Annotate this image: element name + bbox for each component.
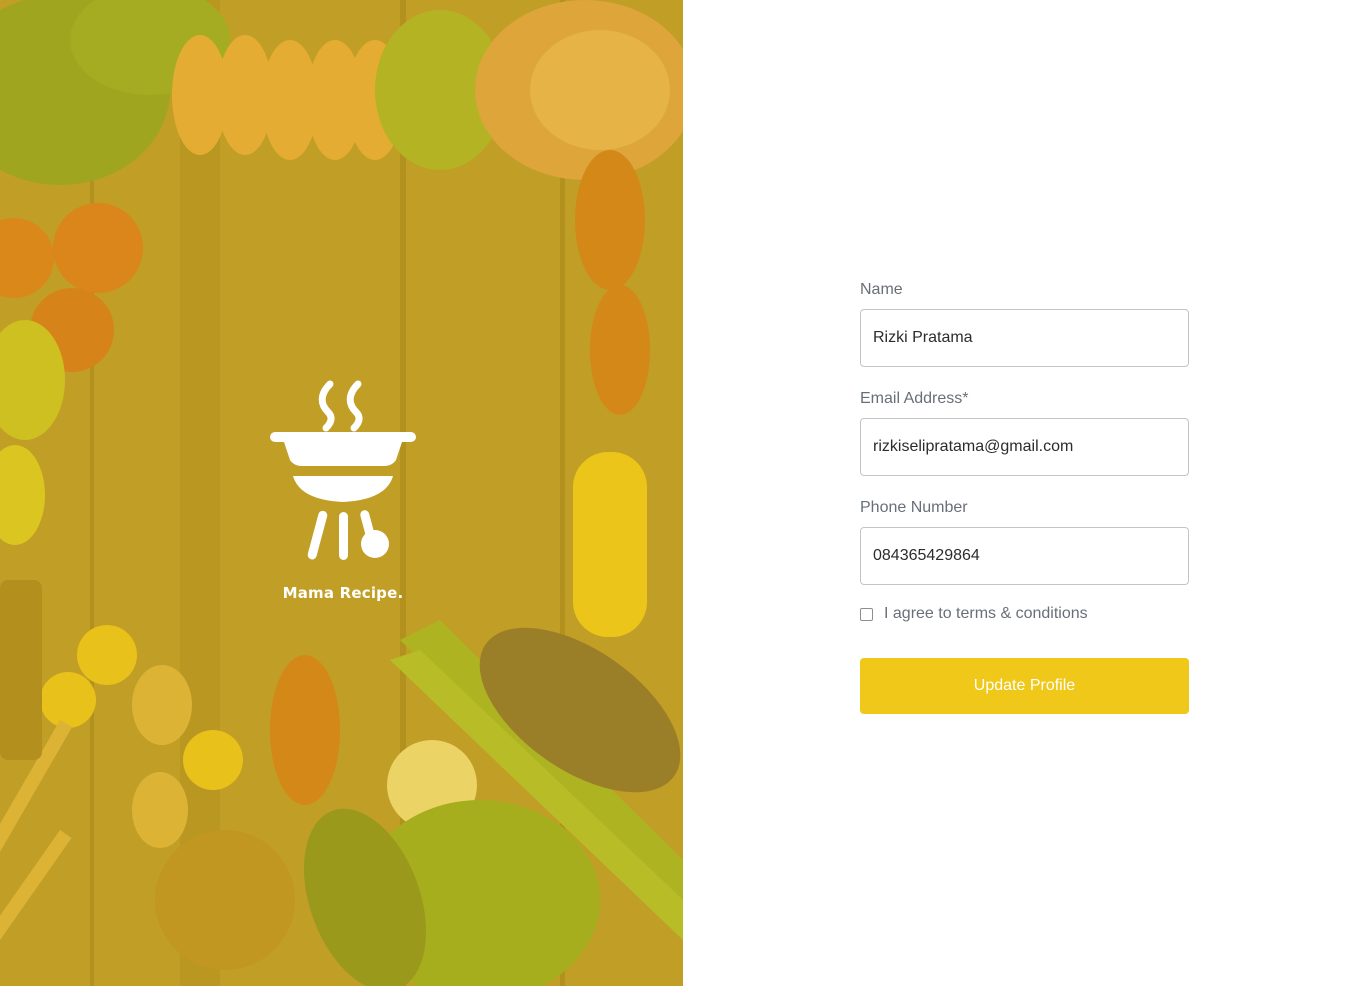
terms-label[interactable]: I agree to terms & conditions <box>884 605 1088 623</box>
terms-checkbox[interactable] <box>860 607 873 621</box>
update-profile-form: Name Email Address* Phone Number I agree… <box>860 280 1189 714</box>
terms-row[interactable]: I agree to terms & conditions <box>860 604 1189 624</box>
update-profile-button[interactable]: Update Profile <box>860 658 1189 714</box>
brand: Mama Recipe. <box>241 378 445 602</box>
update-profile-page: Mama Recipe. Name Email Address* Phone N… <box>0 0 1366 986</box>
brand-name: Mama Recipe. <box>282 584 404 602</box>
grill-icon <box>270 380 416 560</box>
email-label: Email Address* <box>860 390 969 407</box>
form-panel: Name Email Address* Phone Number I agree… <box>683 0 1366 986</box>
hero-panel: Mama Recipe. <box>0 0 683 986</box>
phone-input[interactable] <box>860 527 1189 585</box>
name-label: Name <box>860 281 903 298</box>
phone-label: Phone Number <box>860 499 968 516</box>
name-input[interactable] <box>860 309 1189 367</box>
email-input[interactable] <box>860 418 1189 476</box>
